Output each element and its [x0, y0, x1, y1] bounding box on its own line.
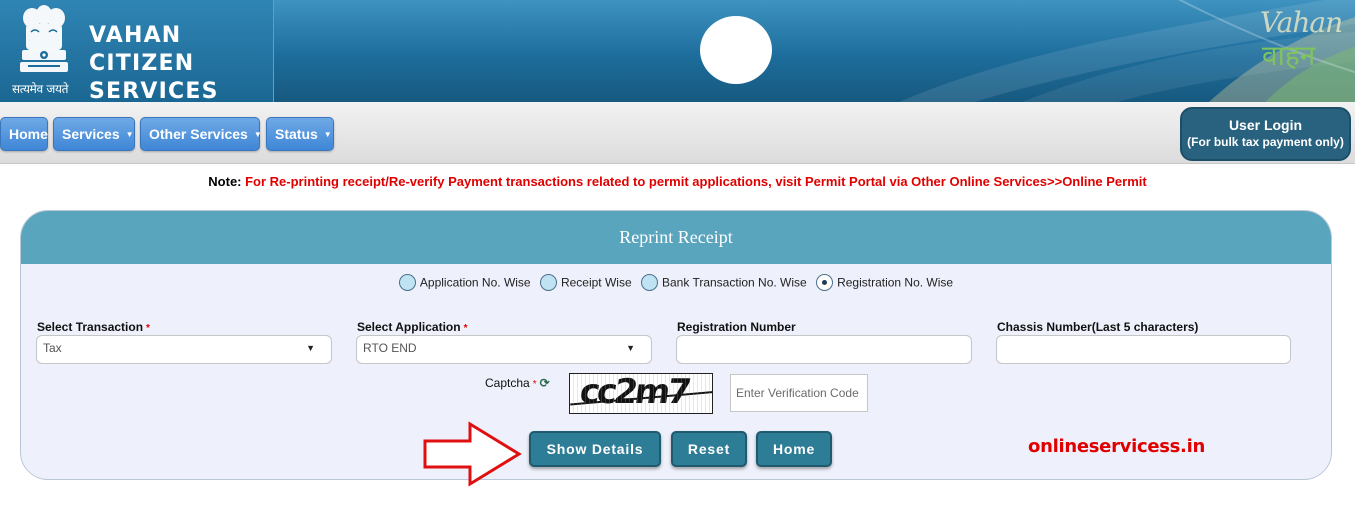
radio-receipt-wise[interactable]: Receipt Wise	[539, 274, 632, 291]
nav-services-button[interactable]: Services ▼	[53, 117, 135, 151]
radio-bank-transaction-no-wise[interactable]: Bank Transaction No. Wise	[640, 274, 807, 291]
select-transaction-label-text: Select Transaction	[37, 320, 144, 334]
radio-label: Application No. Wise	[419, 275, 531, 290]
radio-application-no-wise[interactable]: Application No. Wise	[398, 274, 531, 291]
center-logo-circle	[700, 16, 772, 84]
required-mark: *	[532, 379, 537, 390]
user-login-button[interactable]: User Login (For bulk tax payment only)	[1180, 107, 1351, 161]
nav-home-button[interactable]: Home	[0, 117, 48, 151]
captcha-label-text: Captcha	[485, 376, 530, 390]
nav-status-label: Status	[275, 126, 318, 142]
national-emblem-icon	[20, 5, 68, 72]
radio-button[interactable]	[398, 274, 416, 291]
select-application-label: Select Application *	[357, 320, 467, 334]
user-login-label: User Login	[1228, 117, 1303, 133]
chassis-number-label: Chassis Number(Last 5 characters)	[997, 320, 1199, 334]
nav-home-label: Home	[9, 126, 48, 142]
nav-other-services-label: Other Services	[149, 126, 248, 142]
radio-label: Receipt Wise	[560, 275, 632, 290]
captcha-image: cc2m7	[569, 373, 713, 414]
site-title-line2: SERVICES	[89, 79, 219, 102]
dropdown-arrow-icon: ▼	[306, 343, 315, 353]
select-application-dropdown[interactable]: RTO END ▼	[356, 335, 652, 364]
reset-button[interactable]: Reset	[671, 431, 747, 467]
site-title-line1: VAHAN CITIZEN	[89, 23, 195, 76]
vahan-logo-hindi: वाहन	[1262, 39, 1316, 72]
select-application-label-text: Select Application	[357, 320, 461, 334]
note-banner: Note: For Re-printing receipt/Re-verify …	[0, 174, 1355, 189]
select-transaction-dropdown[interactable]: Tax ▼	[36, 335, 332, 364]
registration-number-label: Registration Number	[677, 320, 796, 334]
show-details-button[interactable]: Show Details	[529, 431, 661, 467]
dropdown-arrow-icon: ▼	[626, 343, 635, 353]
chevron-down-icon: ▼	[323, 130, 332, 140]
vahan-logo: Vahan वाहन	[1254, 6, 1350, 72]
radio-label: Bank Transaction No. Wise	[661, 275, 807, 290]
radio-button[interactable]	[539, 274, 557, 291]
captcha-noise	[570, 374, 712, 413]
emblem-panel: सत्यमेव जयते VAHAN CITIZEN SERVICES	[0, 0, 274, 102]
select-application-value: RTO END	[363, 341, 417, 355]
required-mark: *	[146, 323, 150, 334]
reprint-receipt-panel: Reprint Receipt Application No. Wise Rec…	[20, 210, 1332, 480]
chassis-number-input[interactable]	[996, 335, 1291, 364]
vahan-logo-text: Vahan	[1260, 6, 1343, 39]
search-mode-radio-group: Application No. Wise Receipt Wise Bank T…	[21, 274, 1331, 291]
site-title: VAHAN CITIZEN SERVICES	[89, 22, 273, 102]
panel-title: Reprint Receipt	[21, 211, 1331, 264]
select-transaction-label: Select Transaction *	[37, 320, 150, 334]
radio-label: Registration No. Wise	[837, 275, 954, 290]
nav-services-label: Services	[62, 126, 120, 142]
home-button[interactable]: Home	[756, 431, 832, 467]
header-banner: सत्यमेव जयते VAHAN CITIZEN SERVICES Vaha…	[0, 0, 1355, 102]
captcha-label: Captcha * ⟳	[485, 376, 550, 390]
emblem-motto: सत्यमेव जयते	[12, 82, 69, 96]
required-mark: *	[463, 323, 468, 334]
red-arrow-icon	[423, 421, 522, 487]
radio-button[interactable]	[640, 274, 658, 291]
radio-button-selected[interactable]	[816, 274, 834, 291]
chevron-down-icon: ▼	[253, 130, 262, 140]
nav-other-services-button[interactable]: Other Services ▼	[140, 117, 262, 151]
verification-code-input[interactable]: Enter Verification Code	[730, 374, 868, 412]
note-text: For Re-printing receipt/Re-verify Paymen…	[241, 174, 1147, 189]
radio-registration-no-wise[interactable]: Registration No. Wise	[816, 274, 953, 291]
select-transaction-value: Tax	[43, 341, 62, 355]
user-login-sublabel: (For bulk tax payment only)	[1187, 135, 1344, 149]
nav-status-button[interactable]: Status ▼	[266, 117, 334, 151]
registration-number-input[interactable]	[676, 335, 972, 364]
chevron-down-icon: ▼	[125, 130, 134, 140]
note-label: Note:	[208, 174, 242, 189]
watermark-text: onlineservicess.in	[1028, 436, 1205, 457]
refresh-icon[interactable]: ⟳	[540, 376, 550, 390]
navbar: Home Services ▼ Other Services ▼ Status ▼ U…	[0, 102, 1355, 164]
